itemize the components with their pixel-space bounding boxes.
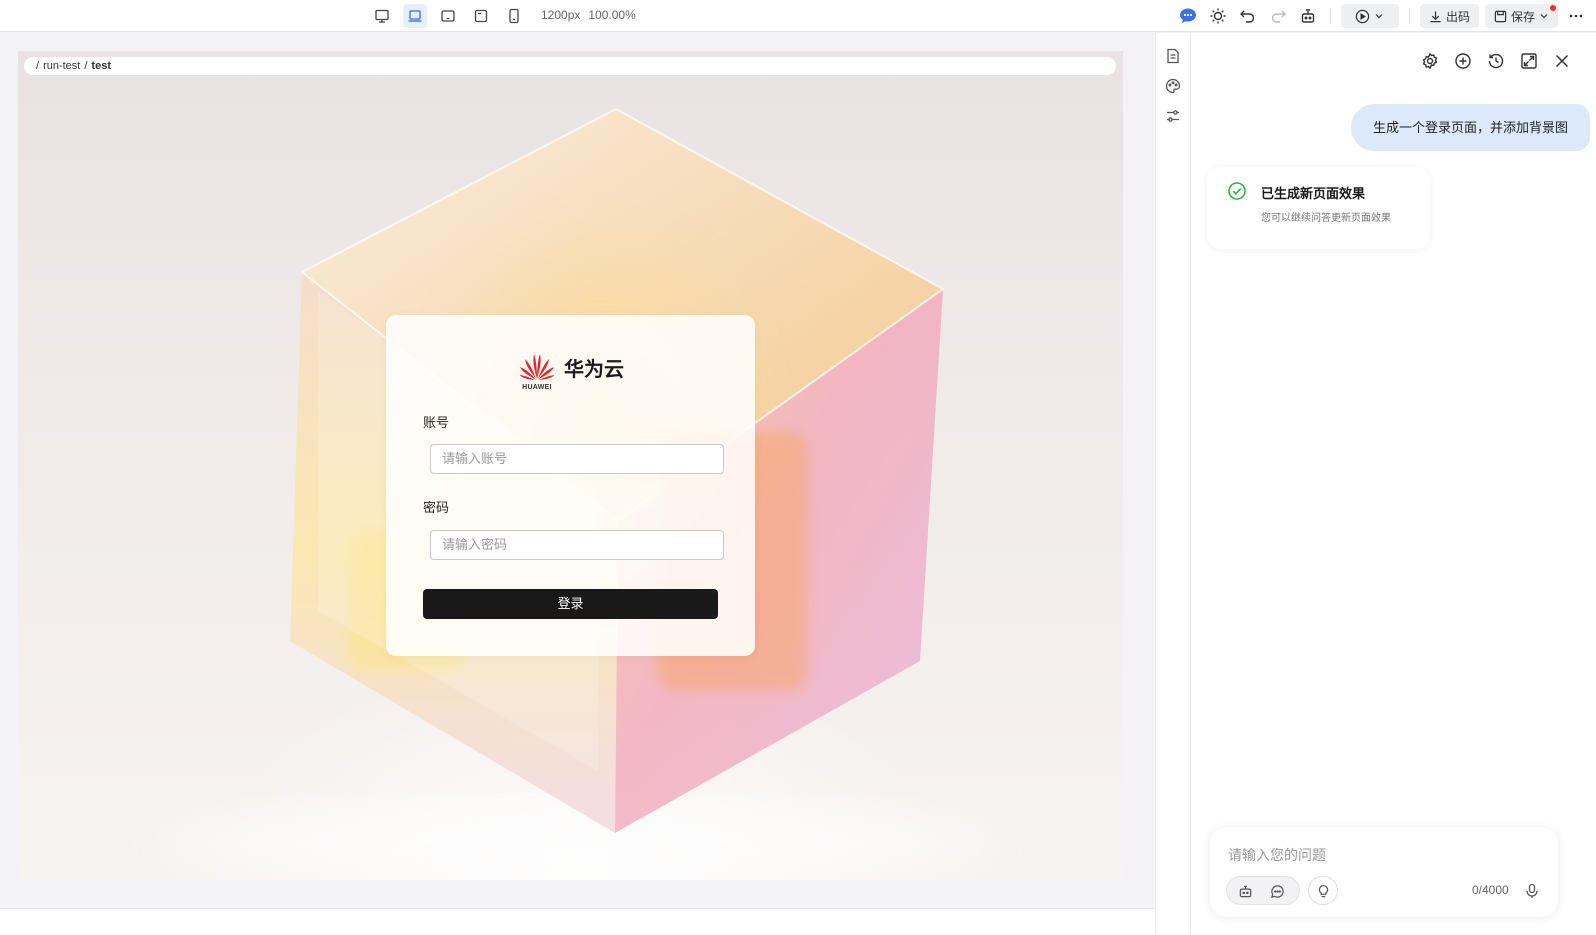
robot-button[interactable] [1296, 4, 1320, 28]
robot-icon [1301, 9, 1315, 23]
page-settings-button[interactable] [1161, 44, 1185, 68]
user-message-bubble: 生成一个登录页面，并添加背景图 [1350, 104, 1590, 151]
export-code-label: 出码 [1445, 9, 1470, 24]
more-icon [1569, 14, 1583, 18]
breadcrumb-parent[interactable]: run-test [43, 57, 80, 75]
chat-mode-button[interactable] [1265, 879, 1289, 903]
design-canvas: / run-test / test HUAWEI 华为云 账号 请输入账号 密码… [0, 33, 1155, 908]
character-counter: 0/4000 [1472, 883, 1509, 897]
assistant-message-title: 已生成新页面效果 [1261, 186, 1366, 201]
toolbar-divider [1408, 8, 1410, 24]
check-circle-icon [1228, 182, 1246, 200]
redo-button[interactable] [1266, 4, 1290, 28]
expand-panel-button[interactable] [1517, 49, 1541, 73]
download-icon [1430, 10, 1441, 22]
toolbar-actions: 出码 保存 [1176, 4, 1588, 28]
laptop-icon [408, 10, 422, 22]
tablet-view-button[interactable] [469, 4, 493, 28]
assistant-message-subtitle: 您可以继续问答更新页面效果 [1261, 213, 1391, 224]
viewport-width: 1200px [541, 8, 581, 22]
gear-icon [1422, 52, 1438, 70]
chat-mode-switch [1226, 876, 1300, 905]
lightbulb-icon [1311, 879, 1335, 903]
play-icon [1356, 9, 1370, 23]
brand-name: 华为云 [564, 358, 624, 381]
save-button[interactable]: 保存 [1484, 4, 1558, 28]
theme-toggle-button[interactable] [1206, 4, 1230, 28]
breadcrumb-current: test [91, 60, 111, 72]
chat-settings-button[interactable] [1418, 49, 1442, 73]
tablet-icon [474, 9, 488, 23]
microphone-icon [1526, 883, 1538, 898]
export-code-button[interactable]: 出码 [1419, 4, 1479, 28]
device-switcher [370, 4, 526, 28]
status-bar [0, 908, 1155, 935]
voice-input-button[interactable] [1520, 879, 1544, 903]
run-preview-button[interactable] [1340, 4, 1399, 28]
chat-header-actions [1418, 49, 1574, 73]
account-input[interactable]: 请输入账号 [430, 444, 724, 474]
password-label: 密码 [423, 500, 450, 515]
assistant-message-card: 已生成新页面效果 您可以继续问答更新页面效果 [1207, 167, 1430, 249]
brand: HUAWEI 华为云 [518, 351, 624, 391]
viewport-info: 1200px 100.00% [541, 8, 636, 22]
huawei-logo: HUAWEI [518, 351, 556, 391]
toolbar-divider [1329, 8, 1331, 24]
history-icon [1488, 53, 1504, 69]
tablet-landscape-view-button[interactable] [436, 4, 460, 28]
breadcrumb-separator: / [84, 60, 88, 72]
breadcrumb-separator: / [36, 60, 40, 72]
zoom-level: 100.00% [588, 8, 636, 22]
properties-button[interactable] [1161, 104, 1185, 128]
redo-icon [1271, 10, 1286, 23]
login-card: HUAWEI 华为云 账号 请输入账号 密码 请输入密码 登录 [386, 315, 755, 656]
close-icon [1555, 54, 1569, 68]
account-label: 账号 [423, 415, 450, 430]
top-toolbar: 1200px 100.00% 出码 保存 [0, 0, 1596, 32]
palette-icon [1165, 78, 1181, 94]
theme-palette-button[interactable] [1161, 74, 1185, 98]
desktop-view-button[interactable] [370, 4, 394, 28]
mobile-icon [509, 8, 519, 24]
ai-chat-icon [1179, 8, 1196, 23]
chat-bubble-icon [1270, 884, 1284, 898]
laptop-view-button[interactable] [403, 4, 427, 28]
undo-button[interactable] [1236, 4, 1260, 28]
ai-chat-panel: 生成一个登录页面，并添加背景图 已生成新页面效果 您可以继续问答更新页面效果 请… [1191, 33, 1596, 935]
huawei-wordmark: HUAWEI [522, 384, 552, 391]
tablet-landscape-icon [441, 10, 455, 22]
chevron-down-icon [1540, 14, 1548, 19]
mobile-view-button[interactable] [502, 4, 526, 28]
breadcrumb: / run-test / test [24, 57, 1116, 75]
save-icon [1494, 10, 1507, 22]
close-panel-button[interactable] [1550, 49, 1574, 73]
expand-icon [1521, 53, 1537, 69]
huawei-flower-icon [519, 354, 555, 380]
save-label: 保存 [1510, 9, 1535, 24]
chevron-down-icon [1376, 14, 1383, 19]
chat-history-button[interactable] [1484, 49, 1508, 73]
robot-icon [1239, 885, 1251, 897]
document-icon [1167, 48, 1179, 64]
login-button[interactable]: 登录 [423, 589, 718, 619]
password-input[interactable]: 请输入密码 [430, 530, 724, 560]
agent-mode-button[interactable] [1233, 879, 1257, 903]
side-tool-strip [1155, 33, 1191, 935]
chat-composer: 请输入您的问题 0/4000 [1210, 827, 1558, 917]
notification-dot [1550, 5, 1556, 11]
more-options-button[interactable] [1564, 4, 1588, 28]
ai-assistant-button[interactable] [1176, 4, 1200, 28]
monitor-icon [375, 9, 389, 23]
chat-input[interactable]: 请输入您的问题 [1228, 845, 1326, 865]
sun-icon [1210, 8, 1226, 24]
plus-circle-icon [1455, 53, 1471, 69]
sliders-icon [1167, 110, 1179, 122]
prompt-tips-button[interactable] [1308, 876, 1338, 905]
new-chat-button[interactable] [1451, 49, 1475, 73]
undo-icon [1239, 10, 1255, 23]
preview-frame[interactable]: / run-test / test HUAWEI 华为云 账号 请输入账号 密码… [18, 51, 1123, 880]
